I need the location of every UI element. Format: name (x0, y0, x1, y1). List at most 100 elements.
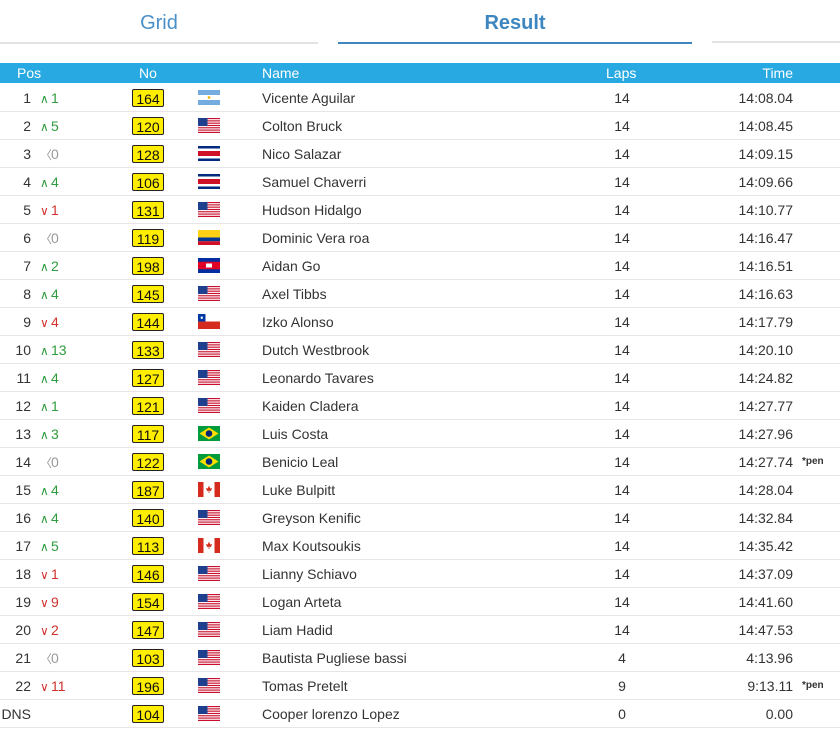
rider-name: Cooper lorenzo Lopez (262, 706, 400, 722)
position: 17 (15, 538, 31, 554)
table-row[interactable]: 11 ∧ 4 127 Leonardo Tavares 14 14:24.82 (0, 364, 840, 392)
table-row[interactable]: 7 ∧ 2 198 Aidan Go 14 14:16.51 (0, 252, 840, 280)
time: 14:16.63 (738, 286, 794, 302)
position: 13 (15, 426, 31, 442)
tab-divider (712, 41, 840, 43)
arrow-up-icon: ∧ (40, 176, 49, 190)
results-table-header: Pos No Name Laps Time (0, 63, 840, 83)
table-row[interactable]: 16 ∧ 4 140 Greyson Kenific 14 14:32.84 (0, 504, 840, 532)
position: DNS (1, 706, 31, 722)
rider-name: Luis Costa (262, 426, 329, 442)
time: 14:08.45 (738, 118, 794, 134)
arrow-up-icon: ∧ (40, 92, 49, 106)
table-row[interactable]: 8 ∧ 4 145 Axel Tibbs 14 14:16.63 (0, 280, 840, 308)
position-change-value: 0 (51, 454, 59, 470)
position: 4 (23, 174, 31, 190)
rider-name: Dutch Westbrook (262, 342, 370, 358)
arrow-left-icon: 〈 (40, 456, 53, 470)
laps: 14 (614, 286, 630, 302)
position-change: ∧ 1 (40, 84, 80, 113)
position-change: 〈0 (40, 644, 80, 673)
position: 19 (15, 594, 31, 610)
rider-name: Greyson Kenific (262, 510, 361, 526)
arrow-up-icon: ∧ (40, 344, 49, 358)
table-row[interactable]: 2 ∧ 5 120 Colton Bruck 14 14:08.45 (0, 112, 840, 140)
rider-name: Izko Alonso (262, 314, 334, 330)
laps: 14 (614, 370, 630, 386)
table-row[interactable]: 9 ∨ 4 144 Izko Alonso 14 14:17.79 (0, 308, 840, 336)
time: 9:13.11 (747, 678, 793, 694)
usa-flag-icon (198, 286, 220, 301)
position-change-value: 1 (51, 566, 59, 582)
position-change: 〈0 (40, 224, 80, 253)
laps: 14 (614, 566, 630, 582)
position-change: ∧ 5 (40, 532, 80, 561)
position-change: ∧ 4 (40, 168, 80, 197)
table-row[interactable]: 1 ∧ 1 164 Vicente Aguilar 14 14:08.04 (0, 84, 840, 112)
table-row[interactable]: 15 ∧ 4 187 Luke Bulpitt 14 14:28.04 (0, 476, 840, 504)
chile-flag-icon (198, 314, 220, 329)
table-row[interactable]: 14 〈0 122 Benicio Leal 14 14:27.74 *pen (0, 448, 840, 476)
number-plate: 131 (132, 201, 164, 219)
laps: 14 (614, 538, 630, 554)
arrow-up-icon: ∧ (40, 400, 49, 414)
number-plate: 147 (132, 621, 164, 639)
position: 5 (23, 202, 31, 218)
time: 14:08.04 (738, 90, 794, 106)
table-row[interactable]: 12 ∧ 1 121 Kaiden Cladera 14 14:27.77 (0, 392, 840, 420)
number-plate: 144 (132, 313, 164, 331)
position-change-value: 13 (51, 342, 67, 358)
time: 14:16.51 (738, 258, 794, 274)
table-row[interactable]: DNS 104 Cooper lorenzo Lopez 0 0.00 (0, 700, 840, 728)
laps: 14 (614, 594, 630, 610)
table-row[interactable]: 19 ∨ 9 154 Logan Arteta 14 14:41.60 (0, 588, 840, 616)
table-row[interactable]: 20 ∨ 2 147 Liam Hadid 14 14:47.53 (0, 616, 840, 644)
position: 8 (23, 286, 31, 302)
table-row[interactable]: 3 〈0 128 Nico Salazar 14 14:09.15 (0, 140, 840, 168)
position-change-value: 4 (51, 510, 59, 526)
position-change-value: 4 (51, 286, 59, 302)
arrow-left-icon: 〈 (40, 148, 53, 162)
position-change-value: 4 (51, 174, 59, 190)
position: 12 (15, 398, 31, 414)
table-row[interactable]: 6 〈0 119 Dominic Vera roa 14 14:16.47 (0, 224, 840, 252)
table-row[interactable]: 18 ∨ 1 146 Lianny Schiavo 14 14:37.09 (0, 560, 840, 588)
position-change-value: 2 (51, 622, 59, 638)
rider-name: Samuel Chaverri (262, 174, 367, 190)
time: 0.00 (765, 706, 793, 722)
usa-flag-icon (198, 202, 220, 217)
table-row[interactable]: 17 ∧ 5 113 Max Koutsoukis 14 14:35.42 (0, 532, 840, 560)
time: 14:28.04 (738, 482, 794, 498)
number-plate: 127 (132, 369, 164, 387)
time: 14:35.42 (738, 538, 794, 554)
argentina-flag-icon (198, 90, 220, 105)
number-plate: 121 (132, 397, 164, 415)
position-change: ∧ 5 (40, 112, 80, 141)
position: 14 (15, 454, 31, 470)
position-change-value: 5 (51, 118, 59, 134)
penalty-note: *pen (802, 680, 824, 691)
position: 1 (23, 90, 31, 106)
arrow-up-icon: ∧ (40, 260, 49, 274)
arrow-down-icon: ∨ (40, 568, 49, 582)
tab-result[interactable]: Result (338, 0, 692, 44)
canada-flag-icon (198, 482, 220, 497)
usa-flag-icon (198, 370, 220, 385)
number-plate: 106 (132, 173, 164, 191)
rider-name: Hudson Hidalgo (262, 202, 362, 218)
table-row[interactable]: 4 ∧ 4 106 Samuel Chaverri 14 14:09.66 (0, 168, 840, 196)
position-change: ∧ 4 (40, 364, 80, 393)
table-row[interactable]: 10 ∧ 13 133 Dutch Westbrook 14 14:20.10 (0, 336, 840, 364)
table-row[interactable]: 5 ∨ 1 131 Hudson Hidalgo 14 14:10.77 (0, 196, 840, 224)
table-row[interactable]: 13 ∧ 3 117 Luis Costa 14 14:27.96 (0, 420, 840, 448)
table-row[interactable]: 21 〈0 103 Bautista Pugliese bassi 4 4:13.96 (0, 644, 840, 672)
number-plate: 103 (132, 649, 164, 667)
tab-grid[interactable]: Grid (0, 0, 318, 44)
position-change-value: 0 (51, 146, 59, 162)
position: 16 (15, 510, 31, 526)
position-change: ∧ 4 (40, 280, 80, 309)
laps: 14 (614, 258, 630, 274)
number-plate: 164 (132, 89, 164, 107)
number-plate: 146 (132, 565, 164, 583)
table-row[interactable]: 22 ∨ 11 196 Tomas Pretelt 9 9:13.11 *pen (0, 672, 840, 700)
